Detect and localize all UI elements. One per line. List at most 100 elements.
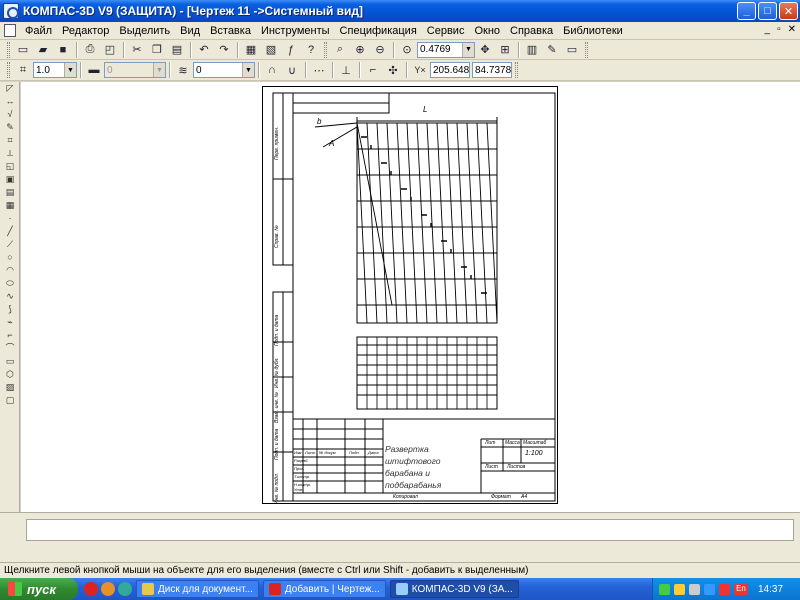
task-add-drawing[interactable]: Добавить | Чертеж... bbox=[262, 580, 386, 598]
report-icon[interactable]: ▦ bbox=[2, 199, 18, 212]
toolbar-grip[interactable] bbox=[324, 41, 327, 58]
paste-icon[interactable]: ▤ bbox=[169, 42, 185, 58]
variables-icon[interactable]: ƒ bbox=[283, 42, 299, 58]
menu-service[interactable]: Сервис bbox=[422, 25, 470, 37]
menu-editor[interactable]: Редактор bbox=[57, 25, 114, 37]
geometry-icon[interactable]: ◸ bbox=[2, 82, 18, 95]
chamfer-icon[interactable]: ⌐ bbox=[2, 329, 18, 342]
new-document-icon[interactable]: ▭ bbox=[15, 42, 31, 58]
messenger-icon[interactable] bbox=[704, 583, 715, 595]
undo-icon[interactable]: ↶ bbox=[196, 42, 212, 58]
menu-tools[interactable]: Инструменты bbox=[256, 25, 335, 37]
edit-icon[interactable]: ✎ bbox=[2, 121, 18, 134]
firefox-icon[interactable] bbox=[101, 582, 115, 596]
spline-icon[interactable]: ∿ bbox=[2, 290, 18, 303]
volume-icon[interactable] bbox=[689, 583, 700, 595]
opera-icon[interactable] bbox=[84, 582, 98, 596]
toolbar-grip[interactable] bbox=[7, 41, 10, 58]
ellipse-icon[interactable]: ⬭ bbox=[2, 277, 18, 290]
symbols-icon[interactable]: √ bbox=[2, 108, 18, 121]
spec-icon[interactable]: ▤ bbox=[2, 186, 18, 199]
open-folder-icon[interactable]: ▰ bbox=[35, 42, 51, 58]
measure-icon[interactable]: ⟂ bbox=[2, 147, 18, 160]
cut-icon[interactable]: ✂ bbox=[129, 42, 145, 58]
param-icon[interactable]: ⌗ bbox=[2, 134, 18, 147]
chevron-down-icon[interactable]: ▼ bbox=[242, 63, 254, 77]
copy-icon[interactable]: ❐ bbox=[149, 42, 165, 58]
hatch-icon[interactable]: ▨ bbox=[2, 381, 18, 394]
fillet-icon[interactable]: ⌒ bbox=[2, 342, 18, 355]
layer-combo[interactable]: 0 ▼ bbox=[193, 62, 255, 78]
views-icon[interactable]: ▣ bbox=[2, 173, 18, 186]
menu-file[interactable]: Файл bbox=[20, 25, 57, 37]
manager-icon[interactable]: ▦ bbox=[243, 42, 259, 58]
refresh-icon[interactable]: ▥ bbox=[524, 42, 540, 58]
zoom-scale-icon[interactable]: ⊙ bbox=[399, 42, 415, 58]
doc-restore-button[interactable]: ▫ bbox=[777, 24, 781, 35]
polygon-icon[interactable]: ⬡ bbox=[2, 368, 18, 381]
zoom-in-icon[interactable]: ⊕ bbox=[352, 42, 368, 58]
zoom-window-icon[interactable]: ⌕ bbox=[332, 42, 348, 58]
cursor-step-icon[interactable]: ⌗ bbox=[15, 62, 31, 78]
print-preview-icon[interactable]: ◰ bbox=[102, 42, 118, 58]
menu-libraries[interactable]: Библиотеки bbox=[558, 25, 628, 37]
dimensions-icon[interactable]: ↔ bbox=[2, 95, 18, 108]
contour-icon[interactable]: ▢ bbox=[2, 394, 18, 407]
library-icon[interactable]: ▭ bbox=[564, 42, 580, 58]
show-all-icon[interactable]: ⊞ bbox=[497, 42, 513, 58]
chevron-down-icon[interactable]: ▼ bbox=[64, 63, 76, 77]
circle-icon[interactable]: ○ bbox=[2, 251, 18, 264]
menu-select[interactable]: Выделить bbox=[114, 25, 175, 37]
aux-line-icon[interactable]: ╱ bbox=[2, 225, 18, 238]
chevron-down-icon[interactable]: ▼ bbox=[462, 42, 474, 57]
toolbar-grip[interactable] bbox=[515, 62, 518, 78]
network-icon[interactable] bbox=[659, 583, 670, 595]
arc-icon[interactable]: ◠ bbox=[2, 264, 18, 277]
segment-icon[interactable]: ⟋ bbox=[2, 238, 18, 251]
save-icon[interactable]: ■ bbox=[55, 42, 71, 58]
close-button[interactable]: ✕ bbox=[779, 2, 798, 20]
coord-y-field[interactable]: 84.7378 bbox=[472, 62, 512, 78]
style-icon[interactable]: ▬ bbox=[86, 62, 102, 78]
style-combo[interactable]: 0 ▼ bbox=[104, 62, 166, 78]
ortho-icon[interactable]: ⌐ bbox=[365, 62, 381, 78]
document-icon[interactable] bbox=[4, 24, 16, 37]
doc-close-button[interactable]: ✕ bbox=[788, 24, 796, 35]
bezier-icon[interactable]: ⌁ bbox=[2, 316, 18, 329]
start-button[interactable]: пуск bbox=[0, 578, 78, 600]
grid-icon[interactable]: ⋯ bbox=[311, 62, 327, 78]
antivirus-icon[interactable] bbox=[719, 583, 730, 595]
chrome-icon[interactable] bbox=[118, 582, 132, 596]
chevron-down-icon[interactable]: ▼ bbox=[153, 63, 165, 77]
zoom-combo[interactable]: 0.4769 ▼ bbox=[417, 41, 475, 58]
polyline-icon[interactable]: ⟆ bbox=[2, 303, 18, 316]
drawing-sheet[interactable]: L b A Развертка штифтового барабана и по… bbox=[262, 86, 558, 504]
snap-off-icon[interactable]: ∪ bbox=[284, 62, 300, 78]
toolbar-grip[interactable] bbox=[585, 41, 588, 58]
layer-icon[interactable]: ≋ bbox=[175, 62, 191, 78]
select-icon[interactable]: ◱ bbox=[2, 160, 18, 173]
toolbar-grip[interactable] bbox=[7, 62, 10, 78]
pan-icon[interactable]: ✥ bbox=[477, 42, 493, 58]
security-icon[interactable] bbox=[674, 583, 685, 595]
help-pointer-icon[interactable]: ? bbox=[303, 42, 319, 58]
menu-insert[interactable]: Вставка bbox=[205, 25, 256, 37]
doc-minimize-button[interactable]: _ bbox=[765, 24, 771, 35]
task-disk-documents[interactable]: Диск для документ... bbox=[136, 580, 259, 598]
menu-help[interactable]: Справка bbox=[505, 25, 558, 37]
redo-icon[interactable]: ↷ bbox=[216, 42, 232, 58]
parametric-icon[interactable]: ✣ bbox=[385, 62, 401, 78]
title-bar[interactable]: КОМПАС-3D V9 (ЗАЩИТА) - [Чертеж 11 ->Сис… bbox=[0, 0, 800, 22]
zoom-out-icon[interactable]: ⊖ bbox=[372, 42, 388, 58]
print-icon[interactable]: ⎙ bbox=[82, 42, 98, 58]
menu-specification[interactable]: Спецификация bbox=[335, 25, 422, 37]
task-kompas[interactable]: КОМПАС-3D V9 (ЗА... bbox=[389, 580, 519, 598]
step-combo[interactable]: 1.0 ▼ bbox=[33, 62, 77, 78]
rectangle-icon[interactable]: ▭ bbox=[2, 355, 18, 368]
snap-magnet-icon[interactable]: ∩ bbox=[264, 62, 280, 78]
menu-window[interactable]: Окно bbox=[469, 25, 505, 37]
minimize-button[interactable]: _ bbox=[737, 2, 756, 20]
coord-x-field[interactable]: 205.648 bbox=[430, 62, 470, 78]
tray-lang-icon[interactable]: En bbox=[734, 583, 748, 595]
menu-view[interactable]: Вид bbox=[175, 25, 205, 37]
